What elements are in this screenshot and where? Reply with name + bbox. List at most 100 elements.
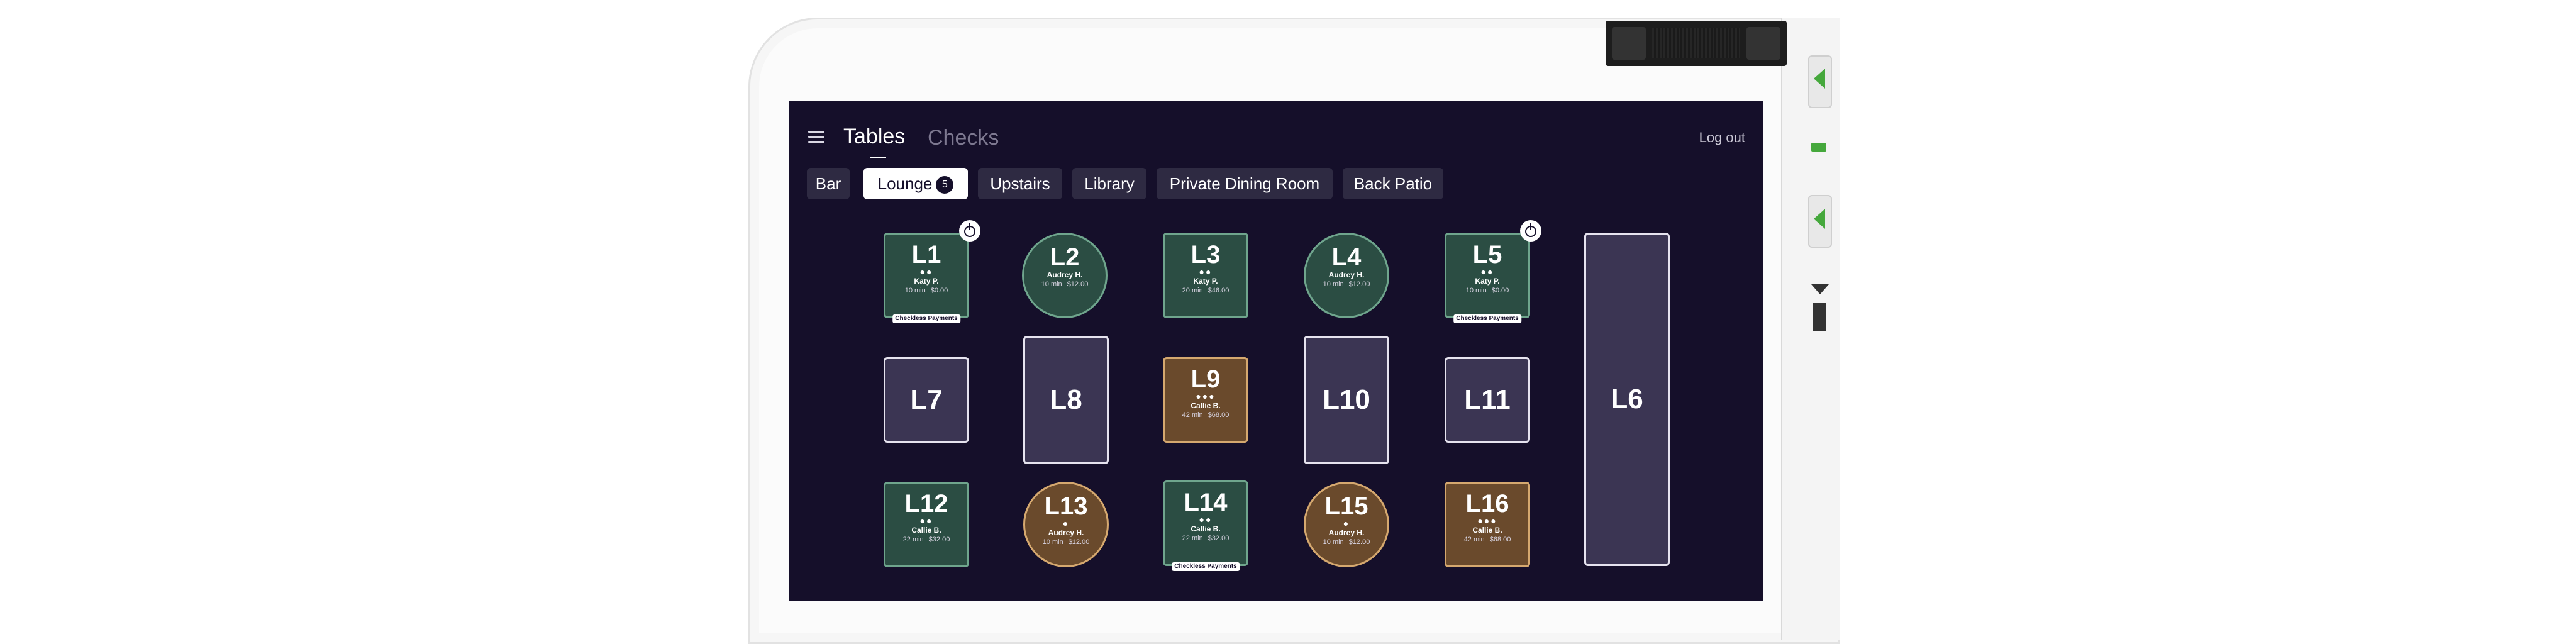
server-name: Audrey H. (1328, 270, 1365, 279)
elapsed-time: 10 min (1041, 280, 1062, 288)
table-info: 10 min $12.00 (1306, 538, 1387, 547)
guest-count-dots: ●● (1199, 267, 1213, 277)
table-info: 10 min $12.00 (1306, 280, 1387, 289)
elapsed-time: 10 min (904, 287, 926, 294)
area-tab-label: Library (1084, 174, 1135, 193)
check-amount: $32.00 (1208, 535, 1230, 542)
checkless-payments-badge: Checkless Payments (892, 314, 960, 323)
tab-tables[interactable]: Tables (843, 125, 905, 149)
table-l8[interactable]: L8 (1023, 336, 1109, 464)
table-l15[interactable]: L15 ● Audrey H. 10 min $12.00 (1304, 482, 1389, 567)
table-info: 22 min $32.00 (886, 535, 967, 544)
table-name: L12 (904, 490, 948, 518)
top-bar: Tables Checks Log out (789, 101, 1763, 158)
table-info: 42 min $68.00 (1446, 535, 1528, 544)
checkless-payments-badge: Checkless Payments (1453, 314, 1521, 323)
table-l2[interactable]: L2 Audrey H. 10 min $12.00 (1022, 233, 1108, 318)
guest-count-dots: ●● (1480, 267, 1494, 277)
left-arrow-icon (1814, 209, 1825, 229)
server-name: Katy P. (1193, 277, 1218, 286)
elapsed-time: 42 min (1463, 536, 1485, 543)
area-tab-label: Bar (815, 174, 841, 193)
table-info: 20 min $46.00 (1165, 286, 1246, 295)
server-name: Katy P. (914, 277, 939, 286)
table-name: L14 (1184, 489, 1228, 516)
elapsed-time: 10 min (1323, 280, 1344, 288)
area-tab-label: Upstairs (990, 174, 1050, 193)
speaker-grille (1606, 21, 1787, 66)
server-name: Audrey H. (1328, 528, 1365, 537)
area-tab-label: Back Patio (1353, 174, 1433, 193)
table-l16[interactable]: L16 ●●● Callie B. 42 min $68.00 (1445, 482, 1530, 567)
guest-count-dots: ●●● (1477, 516, 1497, 526)
area-tab-bar[interactable]: Bar (807, 168, 850, 199)
table-info: 10 min $12.00 (1025, 538, 1107, 547)
table-l10[interactable]: L10 (1304, 336, 1389, 464)
table-l11[interactable]: L11 (1445, 357, 1530, 443)
check-amount: $12.00 (1068, 538, 1090, 546)
table-info: 22 min $32.00 (1165, 534, 1246, 543)
table-l12[interactable]: L12 ●● Callie B. 22 min $32.00 (884, 482, 969, 567)
check-amount: $68.00 (1489, 536, 1511, 543)
timer-icon (1520, 220, 1541, 242)
app-screen: Tables Checks Log out Bar Lounge 5 Upstai… (789, 101, 1763, 601)
table-l1[interactable]: L1 ●● Katy P. 10 min $0.00 Checkless Payments (884, 233, 969, 323)
table-name: L9 (1191, 365, 1221, 393)
left-arrow-icon (1814, 69, 1825, 89)
checkless-payments-badge: Checkless Payments (1172, 562, 1240, 571)
table-name: L2 (1050, 243, 1080, 271)
tablet-side-panel (1781, 18, 1840, 640)
elapsed-time: 10 min (1323, 538, 1344, 546)
check-amount: $46.00 (1208, 287, 1230, 294)
area-tab-back-patio[interactable]: Back Patio (1343, 168, 1443, 199)
table-info: 10 min $12.00 (1024, 280, 1106, 289)
area-tab-library[interactable]: Library (1072, 168, 1146, 199)
area-tab-label: Private Dining Room (1169, 174, 1320, 193)
table-l13[interactable]: L13 ● Audrey H. 10 min $12.00 (1023, 482, 1109, 567)
hamburger-menu-icon[interactable] (808, 131, 824, 143)
elapsed-time: 10 min (1042, 538, 1063, 546)
server-name: Callie B. (1472, 526, 1502, 535)
server-name: Callie B. (911, 526, 941, 535)
table-l3[interactable]: L3 ●● Katy P. 20 min $46.00 (1163, 233, 1248, 318)
table-l7[interactable]: L7 (884, 357, 969, 443)
table-name: L7 (910, 384, 943, 415)
sensor-slot (1746, 27, 1780, 60)
area-tab-lounge[interactable]: Lounge 5 (863, 168, 968, 199)
elapsed-time: 22 min (902, 536, 924, 543)
table-info: 10 min $0.00 (886, 286, 967, 295)
table-name: L15 (1324, 492, 1368, 520)
elapsed-time: 22 min (1182, 535, 1203, 542)
area-tab-upstairs[interactable]: Upstairs (978, 168, 1062, 199)
guest-count-dots: ●● (919, 516, 933, 526)
area-tab-label: Lounge (877, 174, 933, 193)
active-tab-indicator (870, 157, 886, 158)
table-l5[interactable]: L5 ●● Katy P. 10 min $0.00 Checkless Payments (1445, 233, 1530, 323)
device-label-icon (1813, 303, 1826, 331)
table-l4[interactable]: L4 Audrey H. 10 min $12.00 (1304, 233, 1389, 318)
check-amount: $68.00 (1208, 411, 1230, 419)
table-name: L11 (1464, 384, 1511, 415)
server-name: Katy P. (1475, 277, 1500, 286)
table-l14[interactable]: L14 ●● Callie B. 22 min $32.00 Checkless Paym… (1163, 480, 1248, 571)
sensor-slot (1612, 27, 1646, 60)
table-l9[interactable]: L9 ●●● Callie B. 42 min $68.00 (1163, 357, 1248, 443)
server-name: Audrey H. (1046, 270, 1083, 279)
check-amount: $12.00 (1067, 280, 1089, 288)
elapsed-time: 10 min (1465, 287, 1487, 294)
table-name: L4 (1331, 243, 1362, 271)
table-info: 10 min $0.00 (1446, 286, 1528, 295)
guest-count-dots: ● (1343, 518, 1350, 528)
check-amount: $32.00 (928, 536, 950, 543)
check-amount: $12.00 (1348, 538, 1370, 546)
logout-button[interactable]: Log out (1699, 130, 1745, 146)
tab-checks[interactable]: Checks (928, 126, 999, 150)
server-name: Audrey H. (1048, 528, 1084, 537)
guest-count-dots: ●● (1199, 514, 1213, 525)
table-name: L8 (1050, 384, 1082, 415)
check-amount: $12.00 (1348, 280, 1370, 288)
table-l6[interactable]: L6 (1584, 233, 1670, 566)
check-amount: $0.00 (1491, 287, 1509, 294)
area-tab-private-dining-room[interactable]: Private Dining Room (1157, 168, 1333, 199)
table-info: 42 min $68.00 (1165, 411, 1246, 419)
